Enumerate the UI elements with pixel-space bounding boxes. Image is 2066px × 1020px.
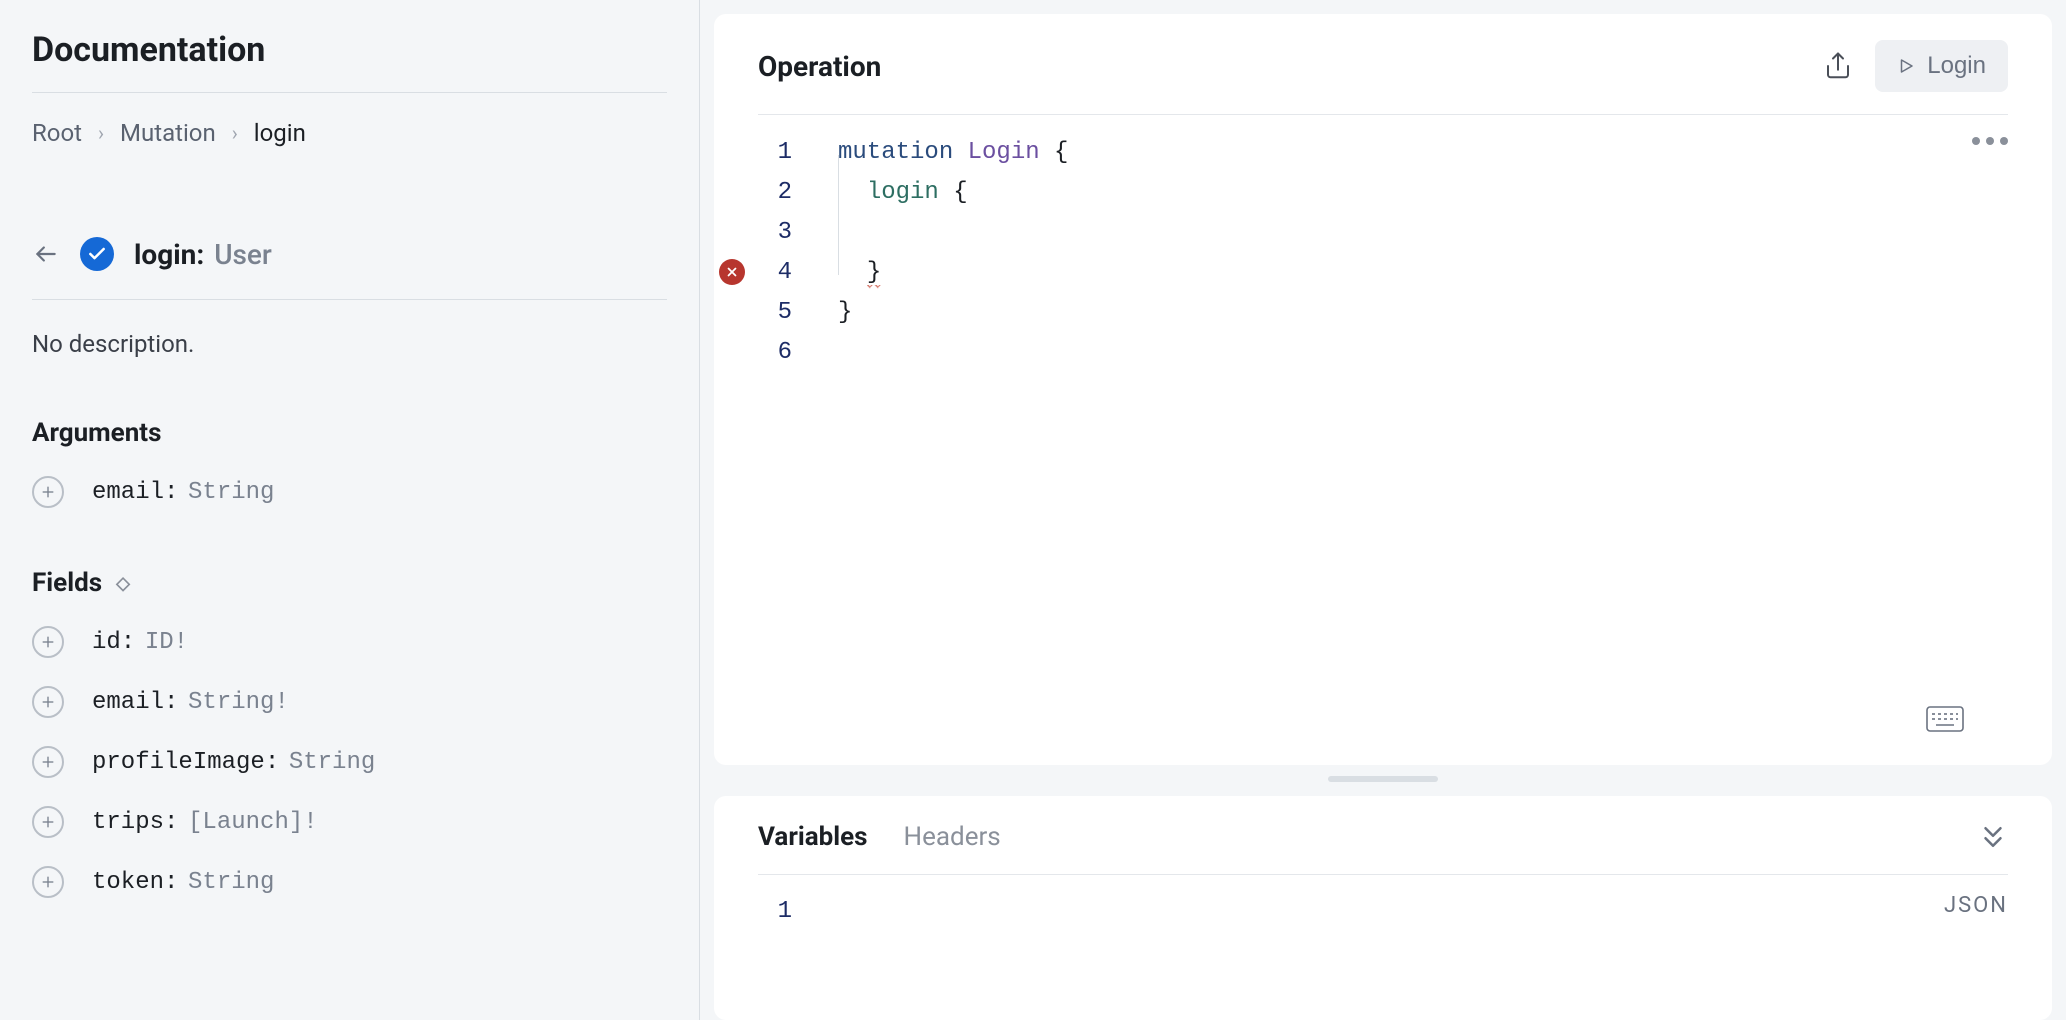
chevron-right-icon: ›	[232, 121, 238, 145]
argument-type[interactable]: String	[188, 479, 274, 506]
line-number: 2	[758, 173, 792, 213]
operation-editor[interactable]: 1 mutation Login { 2 login { 3 4 }	[758, 115, 2008, 765]
variables-pane: Variables Headers 1 JSON	[714, 796, 2052, 1020]
add-field-button[interactable]	[32, 686, 64, 718]
line-number: 1	[758, 893, 792, 931]
tab-variables[interactable]: Variables	[758, 822, 868, 852]
line-number: 4	[758, 253, 792, 293]
field-name[interactable]: trips:	[92, 809, 178, 836]
add-field-button[interactable]	[32, 626, 64, 658]
chevron-right-icon: ›	[98, 121, 104, 145]
field-name[interactable]: token:	[92, 869, 178, 896]
fields-list: id: ID! email: String! profileImage: Str…	[32, 626, 667, 898]
field-name[interactable]: email:	[92, 689, 178, 716]
keyboard-icon	[1926, 706, 1964, 732]
fields-heading-text: Fields	[32, 568, 102, 598]
error-gutter[interactable]	[714, 259, 750, 285]
token-brace-error: }	[867, 259, 881, 289]
breadcrumb-mutation[interactable]: Mutation	[120, 119, 216, 147]
error-icon	[719, 259, 745, 285]
token-brace: {	[1054, 139, 1068, 166]
collapse-variables-button[interactable]	[1978, 822, 2008, 852]
pane-resize-handle[interactable]	[1328, 776, 1438, 782]
format-badge[interactable]: JSON	[1944, 893, 2008, 918]
share-button[interactable]	[1823, 51, 1853, 81]
field-type[interactable]: ID!	[145, 629, 188, 656]
line-number: 5	[758, 293, 792, 333]
editor-area: Operation Login 1 mutation Login { 2	[700, 0, 2066, 1020]
argument-row: email: String	[32, 476, 667, 508]
line-number: 6	[758, 333, 792, 373]
field-row: email: String!	[32, 686, 667, 718]
add-field-button[interactable]	[32, 746, 64, 778]
variables-editor[interactable]: 1 JSON	[758, 875, 2008, 931]
field-row: trips: [Launch]!	[32, 806, 667, 838]
field-header: login: User	[32, 237, 667, 300]
run-button-label: Login	[1927, 52, 1986, 80]
field-row: token: String	[32, 866, 667, 898]
field-row: profileImage: String	[32, 746, 667, 778]
back-arrow-icon[interactable]	[32, 240, 60, 268]
breadcrumb-root[interactable]: Root	[32, 119, 82, 147]
arguments-heading: Arguments	[32, 418, 667, 448]
line-number: 3	[758, 213, 792, 253]
keyboard-shortcuts-button[interactable]	[1926, 706, 1964, 737]
variables-header: Variables Headers	[758, 822, 2008, 875]
sort-icon[interactable]: ◇	[116, 573, 130, 594]
argument-name[interactable]: email:	[92, 479, 178, 506]
add-field-button[interactable]	[32, 866, 64, 898]
no-description-text: No description.	[32, 330, 667, 358]
fields-heading: Fields ◇	[32, 568, 667, 598]
token-opname: Login	[968, 139, 1040, 166]
token-field: login	[867, 179, 939, 206]
share-icon	[1823, 51, 1853, 81]
variables-tabs: Variables Headers	[758, 822, 1001, 852]
documentation-title: Documentation	[32, 30, 667, 93]
field-type[interactable]: String!	[188, 689, 289, 716]
breadcrumb-current: login	[254, 119, 306, 147]
tab-headers[interactable]: Headers	[904, 822, 1001, 852]
token-brace: }	[838, 299, 852, 326]
check-badge-icon	[80, 237, 114, 271]
token-keyword: mutation	[838, 139, 953, 166]
token-brace: {	[953, 179, 967, 206]
field-name[interactable]: id:	[92, 629, 135, 656]
add-argument-button[interactable]	[32, 476, 64, 508]
documentation-panel: Documentation Root › Mutation › login lo…	[0, 0, 700, 1020]
operation-title: Operation	[758, 50, 881, 83]
play-icon	[1897, 57, 1915, 75]
field-name: login:	[134, 238, 204, 271]
field-type[interactable]: String	[289, 749, 375, 776]
arguments-list: email: String	[32, 476, 667, 508]
field-name[interactable]: profileImage:	[92, 749, 279, 776]
field-type[interactable]: User	[214, 238, 272, 271]
line-number: 1	[758, 133, 792, 173]
run-operation-button[interactable]: Login	[1875, 40, 2008, 92]
breadcrumb: Root › Mutation › login	[32, 119, 667, 147]
field-type[interactable]: [Launch]!	[188, 809, 318, 836]
operation-actions: Login	[1823, 40, 2008, 92]
operation-header: Operation Login	[758, 40, 2008, 115]
field-row: id: ID!	[32, 626, 667, 658]
add-field-button[interactable]	[32, 806, 64, 838]
operation-pane: Operation Login 1 mutation Login { 2	[714, 14, 2052, 765]
chevrons-down-icon	[1978, 822, 2008, 852]
field-type[interactable]: String	[188, 869, 274, 896]
